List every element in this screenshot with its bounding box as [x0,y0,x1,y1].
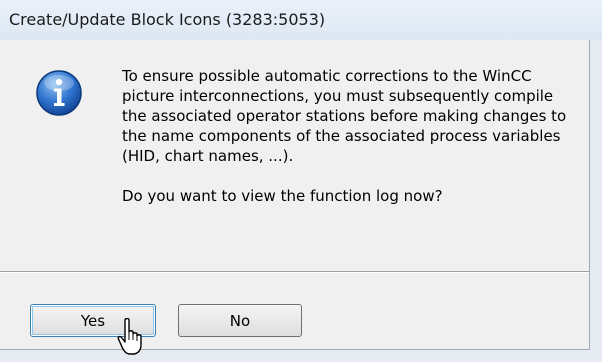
information-icon [36,70,82,116]
dialog-window: Create/Update Block Icons (3283:5053) To… [0,0,602,362]
question-text: Do you want to view the function log now… [122,187,443,205]
mouse-pointer-icon [117,318,142,355]
message-text: To ensure possible automatic corrections… [122,67,567,165]
no-button[interactable]: No [178,304,302,337]
yes-button-label: Yes [80,311,106,330]
no-button-label: No [229,311,251,330]
title-bar[interactable]: Create/Update Block Icons (3283:5053) [0,0,602,40]
dialog-message: To ensure possible automatic corrections… [122,66,567,206]
button-area-divider [0,271,589,273]
window-title: Create/Update Block Icons (3283:5053) [9,10,326,29]
